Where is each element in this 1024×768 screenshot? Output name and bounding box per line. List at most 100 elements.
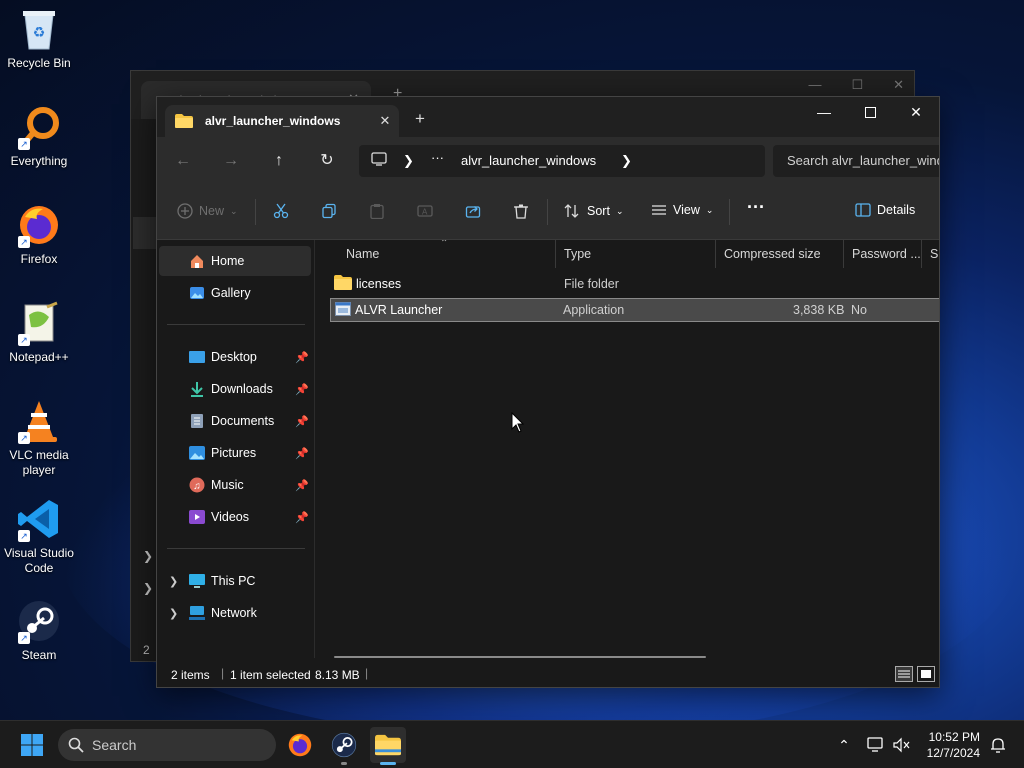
new-button[interactable]: New ⌄	[177, 203, 238, 219]
everything-icon: ↗	[16, 104, 62, 150]
firefox-icon	[288, 733, 312, 757]
sidebar-item-label: Documents	[211, 414, 275, 428]
shortcut-arrow-icon: ↗	[18, 138, 30, 150]
sidebar-item-label: Downloads	[211, 382, 273, 396]
forward-arrow-icon[interactable]: →	[221, 151, 241, 171]
sidebar-item-documents[interactable]: Documents 📌	[159, 406, 311, 436]
system-clock[interactable]: 10:52 PM 12/7/2024	[927, 729, 980, 761]
sidebar-item-home[interactable]: Home	[159, 246, 311, 276]
chevron-right-icon[interactable]: ❯	[169, 607, 178, 620]
pin-icon[interactable]: 📌	[295, 479, 309, 492]
volume-muted-icon[interactable]	[888, 727, 916, 763]
column-header-password[interactable]: Password ...	[844, 240, 922, 268]
sidebar-item-label: Home	[211, 254, 245, 268]
tab-alvr-launcher-windows[interactable]: alvr_launcher_windows ✕	[165, 105, 399, 137]
sidebar-item-music[interactable]: ♫ Music 📌	[159, 470, 311, 500]
pin-icon[interactable]: 📌	[295, 415, 309, 428]
table-row[interactable]: licenses File folder	[330, 272, 939, 296]
shortcut-arrow-icon: ↗	[18, 236, 30, 248]
breadcrumb-overflow[interactable]: ···	[431, 150, 444, 165]
show-hidden-icons-button[interactable]: ⌃	[828, 727, 860, 763]
share-button[interactable]	[465, 203, 481, 219]
desktop-icon-vlc[interactable]: ↗ VLC media player	[2, 398, 76, 478]
desktop-icon-recycle-bin[interactable]: ♻ Recycle Bin	[2, 6, 76, 71]
monitor-icon[interactable]	[371, 152, 387, 169]
chevron-right-icon[interactable]: ❯	[403, 153, 414, 169]
tiles-view-toggle[interactable]	[917, 666, 935, 682]
file-explorer-window[interactable]: alvr_launcher_windows ✕ + — ✕ ← → ↑ ↻ ❯ …	[156, 96, 940, 688]
column-header-type[interactable]: Type	[556, 240, 716, 268]
delete-button[interactable]	[513, 203, 529, 219]
new-tab-icon[interactable]: +	[415, 109, 425, 129]
chevron-down-icon: ⌄	[230, 205, 238, 216]
details-button[interactable]: Details	[855, 203, 915, 217]
sidebar-item-gallery[interactable]: Gallery	[159, 278, 311, 308]
shortcut-arrow-icon: ↗	[18, 432, 30, 444]
address-bar[interactable]: ❯ ··· alvr_launcher_windows ❯	[359, 145, 765, 177]
column-header-size[interactable]: Si	[922, 240, 939, 268]
chevron-right-icon[interactable]: ❯	[169, 575, 178, 588]
chevron-down-icon: ⌄	[615, 205, 624, 216]
taskbar-file-explorer[interactable]	[370, 727, 406, 765]
close-icon[interactable]: ✕	[893, 97, 939, 127]
up-arrow-icon[interactable]: ↑	[269, 151, 289, 171]
taskbar-steam[interactable]	[326, 727, 362, 765]
sidebar-item-this-pc[interactable]: ❯ This PC	[159, 566, 311, 596]
maximize-icon[interactable]	[847, 97, 893, 127]
desktop-icon-steam[interactable]: ↗ Steam	[2, 598, 76, 663]
sidebar-item-network[interactable]: ❯ Network	[159, 598, 311, 628]
maximize-icon[interactable]: ☐	[851, 77, 863, 93]
notification-bell-icon[interactable]	[984, 727, 1012, 763]
svg-text:♫: ♫	[193, 481, 201, 492]
desktop-icon-notepadpp[interactable]: ↗ Notepad++	[2, 300, 76, 365]
close-icon[interactable]: ✕	[371, 113, 399, 129]
column-header-name[interactable]: Name ⌃	[338, 240, 556, 268]
view-button[interactable]: View ⌄	[651, 203, 713, 217]
chevron-right-icon[interactable]: ❯	[143, 581, 153, 595]
minimize-icon[interactable]: —	[801, 97, 847, 127]
selected-size: 8.13 MB	[315, 668, 360, 682]
document-icon	[189, 413, 205, 429]
sidebar-item-downloads[interactable]: Downloads 📌	[159, 374, 311, 404]
file-name: ALVR Launcher	[355, 303, 443, 317]
desktop-icon-label: Notepad++	[9, 350, 69, 364]
background-status-text: 2	[143, 643, 150, 657]
view-list-icon	[651, 203, 667, 217]
sidebar-item-videos[interactable]: Videos 📌	[159, 502, 311, 532]
more-options-button[interactable]: ···	[747, 197, 765, 218]
cut-button[interactable]	[273, 203, 289, 219]
divider	[167, 548, 305, 549]
start-button[interactable]	[14, 727, 50, 763]
file-type: Application	[563, 303, 625, 317]
taskbar-firefox[interactable]	[282, 727, 318, 763]
desktop-icon-everything[interactable]: ↗ Everything	[2, 104, 76, 169]
paste-button[interactable]	[369, 203, 385, 219]
sidebar-item-pictures[interactable]: Pictures 📌	[159, 438, 311, 468]
close-icon[interactable]: ✕	[893, 77, 904, 93]
details-view-toggle[interactable]	[895, 666, 913, 682]
pin-icon[interactable]: 📌	[295, 351, 309, 364]
desktop-icon-vscode[interactable]: ↗ Visual Studio Code	[2, 496, 76, 576]
breadcrumb-segment[interactable]: alvr_launcher_windows	[461, 153, 596, 168]
search-input[interactable]: Search alvr_launcher_windows	[773, 145, 939, 177]
back-arrow-icon[interactable]: ←	[173, 151, 193, 171]
copy-button[interactable]	[321, 203, 337, 219]
network-status-icon[interactable]	[862, 727, 890, 763]
refresh-icon[interactable]: ↻	[317, 151, 337, 171]
shortcut-arrow-icon: ↗	[18, 530, 30, 542]
column-header-compressed-size[interactable]: Compressed size	[716, 240, 844, 268]
pin-icon[interactable]: 📌	[295, 447, 309, 460]
sort-button[interactable]: Sort ⌄	[563, 203, 623, 219]
chevron-right-icon[interactable]: ❯	[621, 153, 632, 169]
minimize-icon[interactable]: —	[808, 77, 821, 93]
sidebar-item-desktop[interactable]: Desktop 📌	[159, 342, 311, 372]
taskbar-search-box[interactable]: Search	[58, 729, 276, 761]
divider	[167, 324, 305, 325]
chevron-right-icon[interactable]: ❯	[143, 549, 153, 563]
desktop-icon-firefox[interactable]: ↗ Firefox	[2, 202, 76, 267]
table-row[interactable]: ALVR Launcher Application 3,838 KB No	[330, 298, 939, 322]
rename-button[interactable]: A	[417, 203, 433, 219]
pin-icon[interactable]: 📌	[295, 383, 309, 396]
folder-icon	[375, 734, 401, 756]
pin-icon[interactable]: 📌	[295, 511, 309, 524]
